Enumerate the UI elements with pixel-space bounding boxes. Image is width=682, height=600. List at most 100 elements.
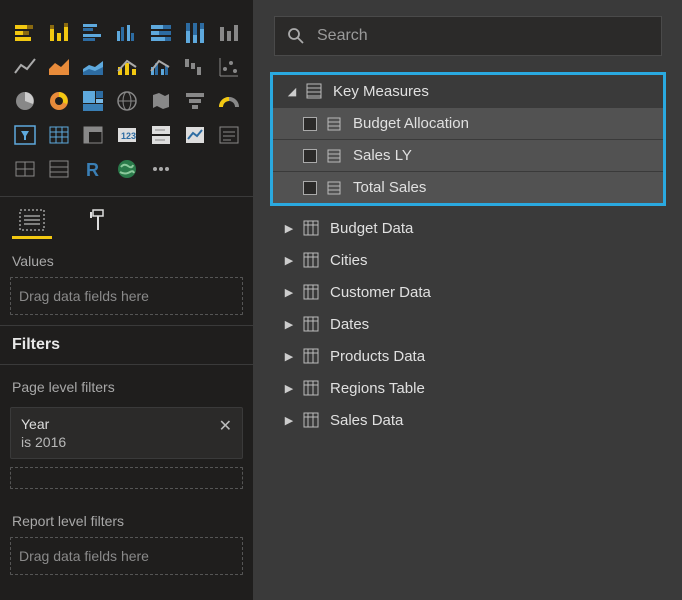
table-icon	[302, 411, 320, 429]
page-filters-drop-zone[interactable]	[10, 467, 243, 489]
viz-stacked-column-icon[interactable]	[44, 18, 74, 48]
viz-scatter-icon[interactable]	[214, 52, 244, 82]
search-icon	[287, 27, 305, 45]
viz-map-icon[interactable]	[112, 86, 142, 116]
field-label: Sales LY	[353, 147, 412, 164]
field-table-customer-data[interactable]: ▶ Customer Data	[270, 276, 666, 308]
collapse-icon: ▶	[282, 222, 296, 235]
table-icon	[305, 82, 323, 100]
field-checkbox[interactable]	[303, 117, 317, 131]
viz-donut-icon[interactable]	[44, 86, 74, 116]
viz-more-icon[interactable]	[146, 154, 176, 184]
field-table-regions-table[interactable]: ▶ Regions Table	[270, 372, 666, 404]
viz-slicer-icon[interactable]	[10, 120, 40, 150]
viz-line-icon[interactable]	[10, 52, 40, 82]
viz-funnel-icon[interactable]	[180, 86, 210, 116]
visualizations-gallery: 123 R	[0, 0, 253, 196]
viz-area-icon[interactable]	[44, 52, 74, 82]
field-table-cities[interactable]: ▶ Cities	[270, 244, 666, 276]
viz-r-visual-icon[interactable]: R	[78, 154, 108, 184]
viz-waterfall-icon[interactable]	[180, 52, 210, 82]
expand-icon: ◢	[285, 85, 299, 98]
svg-text:123: 123	[121, 131, 136, 141]
viz-table-icon[interactable]	[44, 120, 74, 150]
field-label: Budget Allocation	[353, 115, 469, 132]
report-level-filters-label: Report level filters	[0, 499, 253, 535]
field-checkbox[interactable]	[303, 181, 317, 195]
viz-text-box-icon[interactable]	[214, 120, 244, 150]
filter-field-name: Year	[21, 416, 232, 432]
viz-100-stacked-bar-icon[interactable]	[146, 18, 176, 48]
viz-stacked-area-icon[interactable]	[78, 52, 108, 82]
table-icon	[302, 219, 320, 237]
fields-tab[interactable]	[12, 203, 52, 239]
measure-icon	[325, 179, 343, 197]
field-table-label: Dates	[330, 316, 369, 333]
table-icon	[302, 315, 320, 333]
viz-multi-row-card-icon[interactable]	[146, 120, 176, 150]
highlighted-group: ◢ Key Measures Budget Allocation Sales L…	[270, 72, 666, 206]
filter-remove-button[interactable]: ✕	[219, 416, 232, 436]
field-table-label: Products Data	[330, 348, 425, 365]
collapse-icon: ▶	[282, 414, 296, 427]
viz-filled-map-icon[interactable]	[146, 86, 176, 116]
field-label: Total Sales	[353, 179, 426, 196]
collapse-icon: ▶	[282, 286, 296, 299]
field-table-sales-data[interactable]: ▶ Sales Data	[270, 404, 666, 436]
viz-treemap-icon[interactable]	[78, 86, 108, 116]
viz-clustered-column-icon[interactable]	[112, 18, 142, 48]
table-icon	[302, 283, 320, 301]
field-group-key-measures[interactable]: ◢ Key Measures	[273, 75, 663, 107]
viz-100-stacked-column-icon[interactable]	[180, 18, 210, 48]
collapse-icon: ▶	[282, 318, 296, 331]
table-icon	[302, 251, 320, 269]
fields-pane: ◢ Key Measures Budget Allocation Sales L…	[254, 0, 682, 600]
viz-gauge-icon[interactable]	[214, 86, 244, 116]
search-input[interactable]	[317, 27, 649, 45]
pane-tabs	[0, 196, 253, 239]
viz-line-clustered-column-icon[interactable]	[146, 52, 176, 82]
report-filters-drop-zone[interactable]: Drag data fields here	[10, 537, 243, 575]
filters-header: Filters	[0, 325, 253, 365]
format-tab[interactable]	[76, 203, 116, 239]
viz-clustered-bar-icon[interactable]	[78, 18, 108, 48]
field-table-label: Sales Data	[330, 412, 403, 429]
field-table-label: Cities	[330, 252, 368, 269]
field-checkbox[interactable]	[303, 149, 317, 163]
filter-card-year[interactable]: ✕ Year is 2016	[10, 407, 243, 459]
svg-text:R: R	[86, 160, 99, 180]
table-icon	[302, 379, 320, 397]
collapse-icon: ▶	[282, 254, 296, 267]
field-table-products-data[interactable]: ▶ Products Data	[270, 340, 666, 372]
viz-ribbon-icon[interactable]	[214, 18, 244, 48]
collapsed-tables: ▶ Budget Data ▶ Cities ▶ Customer Data ▶…	[254, 212, 682, 436]
field-table-label: Regions Table	[330, 380, 425, 397]
fields-tree: ◢ Key Measures Budget Allocation Sales L…	[254, 72, 682, 600]
values-label: Values	[0, 239, 253, 275]
field-item-sales-ly[interactable]: Sales LY	[273, 139, 663, 171]
measure-icon	[325, 147, 343, 165]
field-item-total-sales[interactable]: Total Sales	[273, 171, 663, 203]
viz-shape-map-icon[interactable]	[10, 154, 40, 184]
viz-stacked-bar-icon[interactable]	[10, 18, 40, 48]
values-drop-zone[interactable]: Drag data fields here	[10, 277, 243, 315]
field-table-label: Budget Data	[330, 220, 413, 237]
viz-data-table-icon[interactable]	[44, 154, 74, 184]
viz-pie-icon[interactable]	[10, 86, 40, 116]
collapse-icon: ▶	[282, 382, 296, 395]
field-item-budget-allocation[interactable]: Budget Allocation	[273, 107, 663, 139]
page-level-filters-label: Page level filters	[0, 365, 253, 401]
field-group-label: Key Measures	[333, 83, 429, 100]
filter-condition: is 2016	[21, 434, 232, 450]
viz-card-icon[interactable]: 123	[112, 120, 142, 150]
visualizations-pane: 123 R Values Drag data fields here Filte…	[0, 0, 254, 600]
fields-search-box[interactable]	[274, 16, 662, 56]
field-table-budget-data[interactable]: ▶ Budget Data	[270, 212, 666, 244]
field-table-label: Customer Data	[330, 284, 431, 301]
collapse-icon: ▶	[282, 350, 296, 363]
viz-kpi-icon[interactable]	[180, 120, 210, 150]
field-table-dates[interactable]: ▶ Dates	[270, 308, 666, 340]
viz-arcgis-icon[interactable]	[112, 154, 142, 184]
viz-line-stacked-column-icon[interactable]	[112, 52, 142, 82]
viz-matrix-icon[interactable]	[78, 120, 108, 150]
